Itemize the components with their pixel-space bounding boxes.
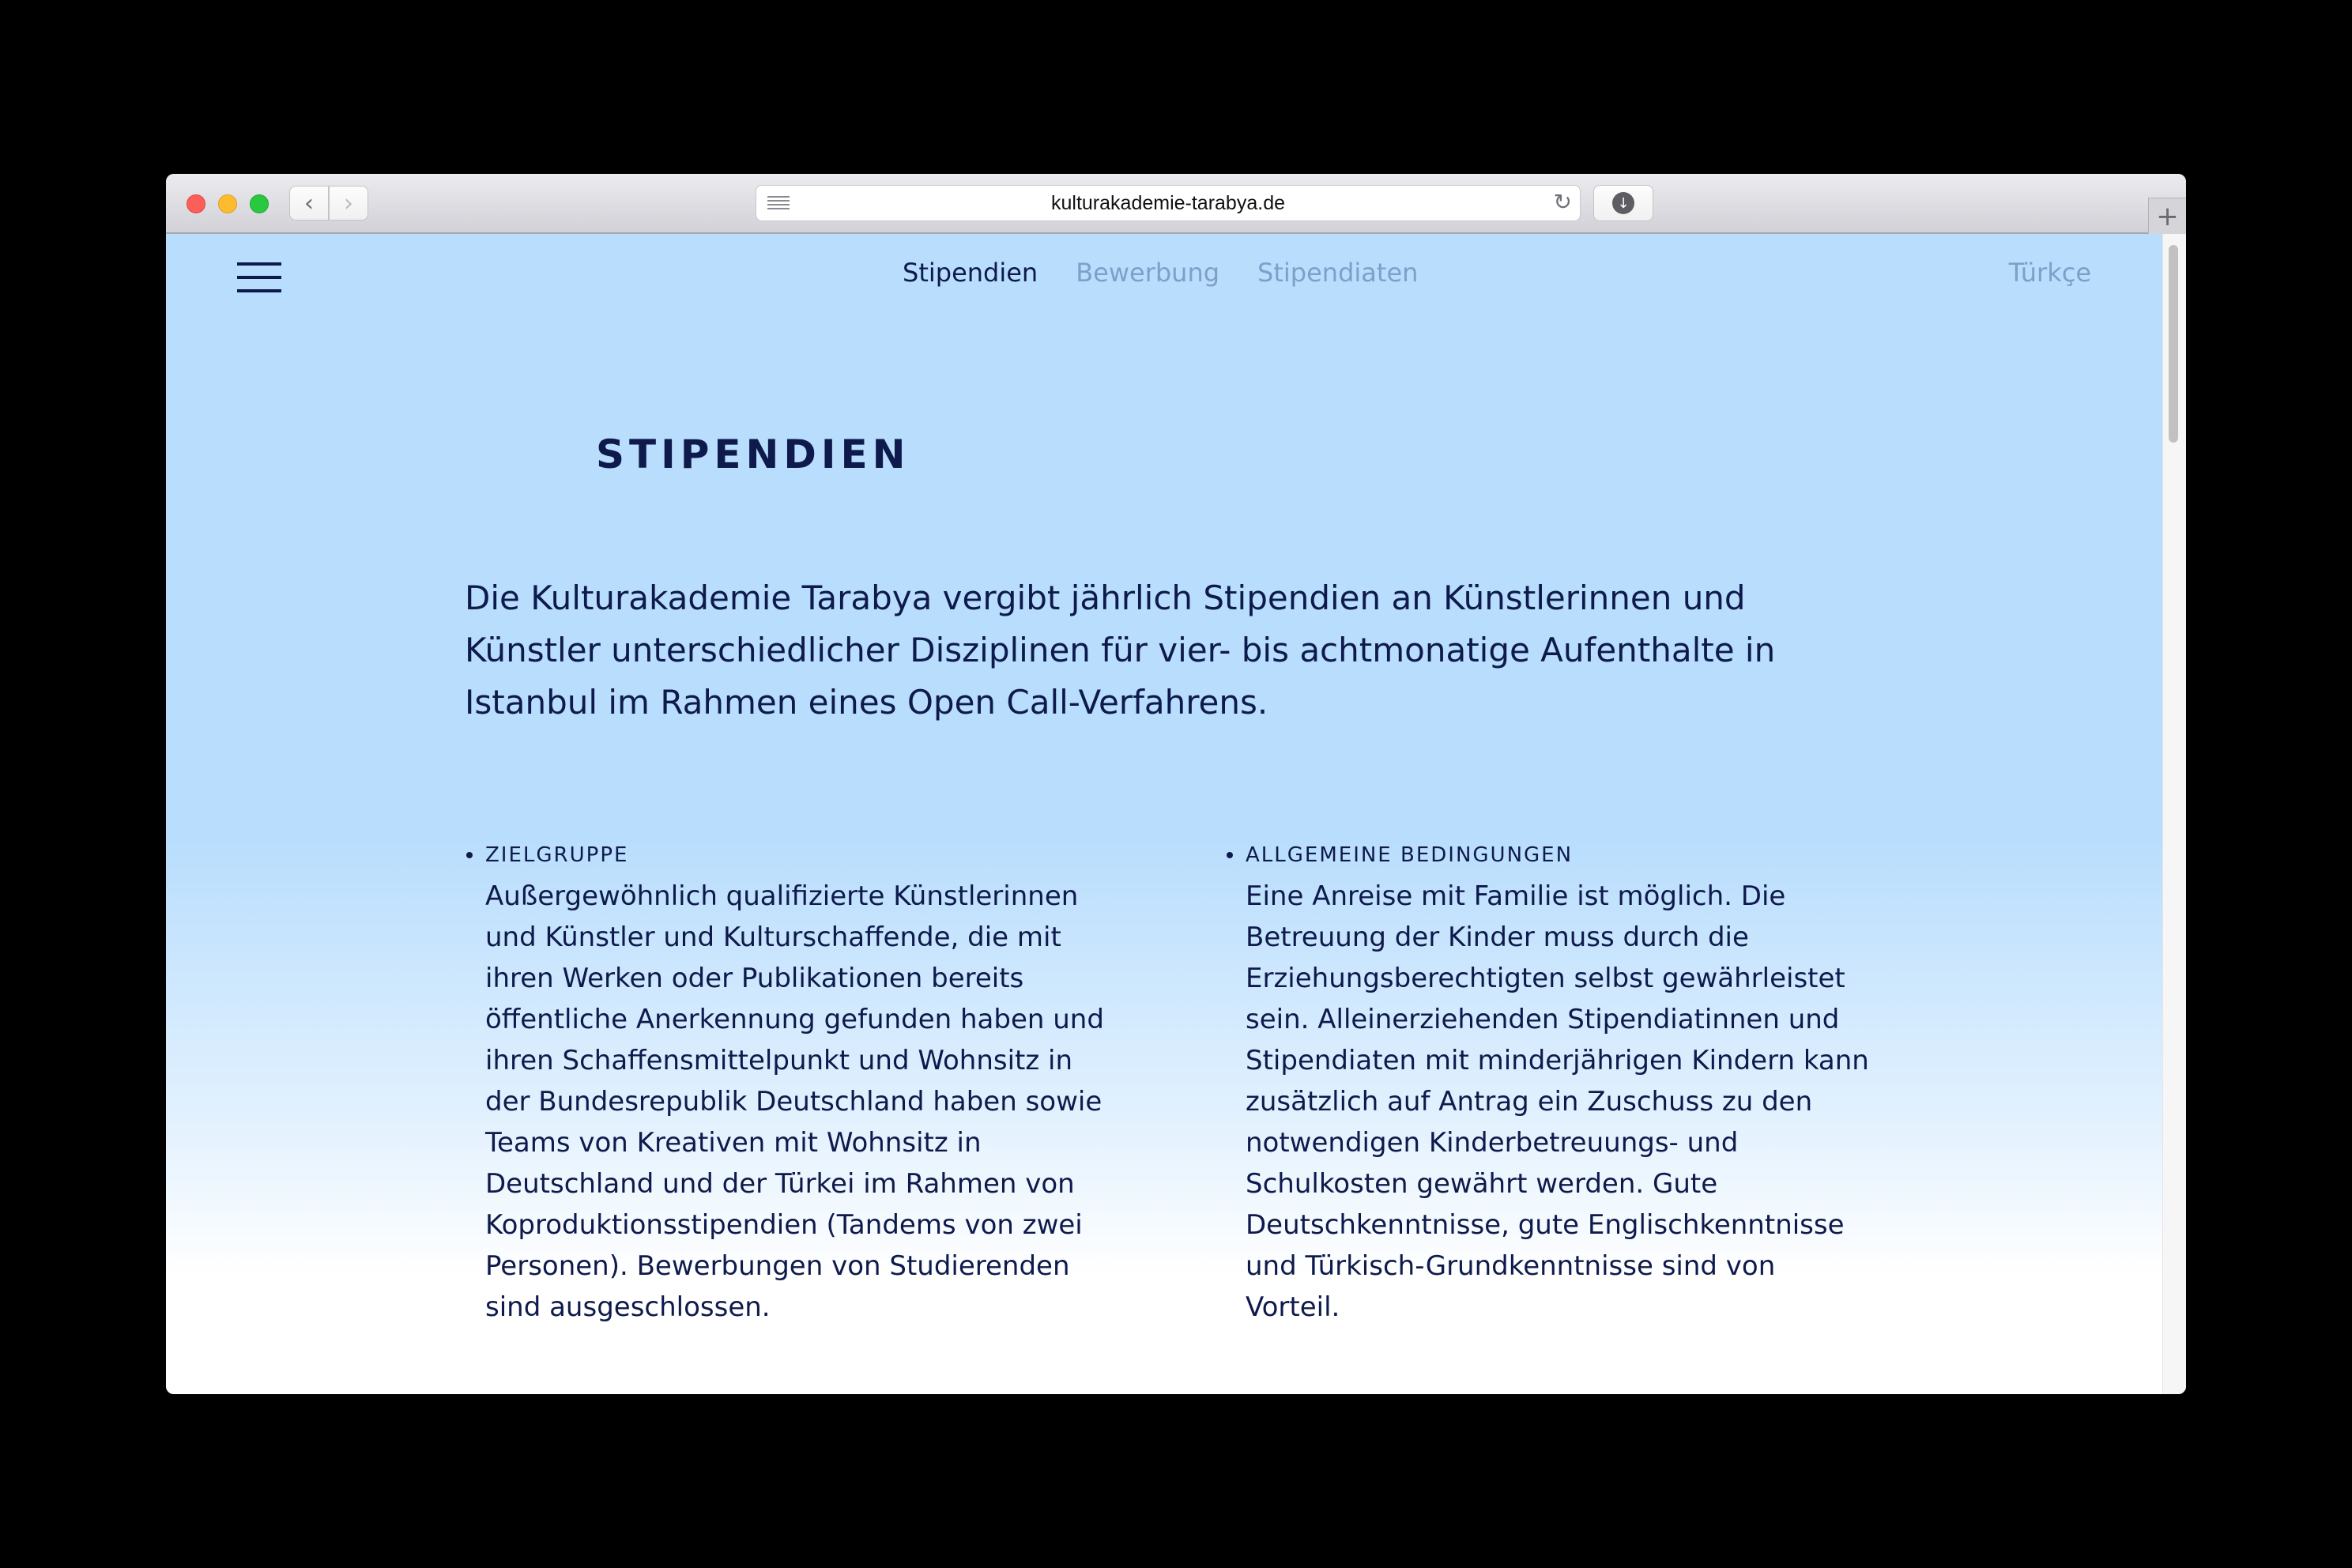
section-heading: ZIELGRUPPE — [485, 843, 629, 867]
scrollbar-thumb[interactable] — [2169, 245, 2178, 443]
browser-toolbar: ‹ › kulturakademie-tarabya.de ↻ ↓ + — [166, 174, 2186, 234]
back-button[interactable]: ‹ — [289, 186, 329, 220]
url-text: kulturakademie-tarabya.de — [1051, 191, 1285, 214]
nav-item-bewerbung[interactable]: Bewerbung — [1076, 258, 1219, 288]
reader-icon[interactable] — [767, 196, 790, 210]
section-heading: ALLGEMEINE BEDINGUNGEN — [1246, 843, 1574, 867]
web-page: Stipendien Bewerbung Stipendiaten Türkçe… — [166, 234, 2186, 1394]
address-bar[interactable]: kulturakademie-tarabya.de ↻ — [756, 185, 1581, 221]
section-allgemeine-bedingungen: ALLGEMEINE BEDINGUNGEN Eine Anreise mit … — [1227, 839, 1878, 1328]
download-icon: ↓ — [1612, 192, 1634, 214]
nav-item-stipendien[interactable]: Stipendien — [903, 258, 1038, 288]
plus-icon: + — [2156, 200, 2179, 232]
new-tab-button[interactable]: + — [2148, 198, 2186, 234]
minimize-window-button[interactable] — [218, 194, 237, 213]
chevron-left-icon: ‹ — [304, 189, 314, 217]
chevron-right-icon: › — [344, 189, 353, 217]
forward-button[interactable]: › — [329, 186, 368, 220]
close-window-button[interactable] — [187, 194, 205, 213]
hamburger-menu-icon[interactable] — [237, 262, 281, 294]
section-zielgruppe: ZIELGRUPPE Außergewöhnlich qualifizierte… — [466, 839, 1118, 1328]
reload-icon[interactable]: ↻ — [1554, 189, 1572, 215]
browser-window: ‹ › kulturakademie-tarabya.de ↻ ↓ + Stip… — [166, 174, 2186, 1394]
language-switch-link[interactable]: Türkçe — [2009, 258, 2091, 288]
bullet-point — [1227, 852, 1233, 858]
page-title: STIPENDIEN — [596, 432, 910, 477]
nav-item-stipendiaten[interactable]: Stipendiaten — [1257, 258, 1418, 288]
zoom-window-button[interactable] — [250, 194, 269, 213]
intro-paragraph: Die Kulturakademie Tarabya vergibt jährl… — [465, 579, 1776, 722]
vertical-scrollbar[interactable] — [2162, 234, 2186, 1394]
section-body: Eine Anreise mit Familie ist möglich. Di… — [1246, 880, 1869, 1323]
bullet-point — [466, 852, 473, 858]
section-body: Außergewöhnlich qualifizierte Künstlerin… — [485, 880, 1104, 1323]
downloads-button[interactable]: ↓ — [1593, 185, 1653, 221]
top-navigation: Stipendien Bewerbung Stipendiaten — [903, 258, 1418, 288]
